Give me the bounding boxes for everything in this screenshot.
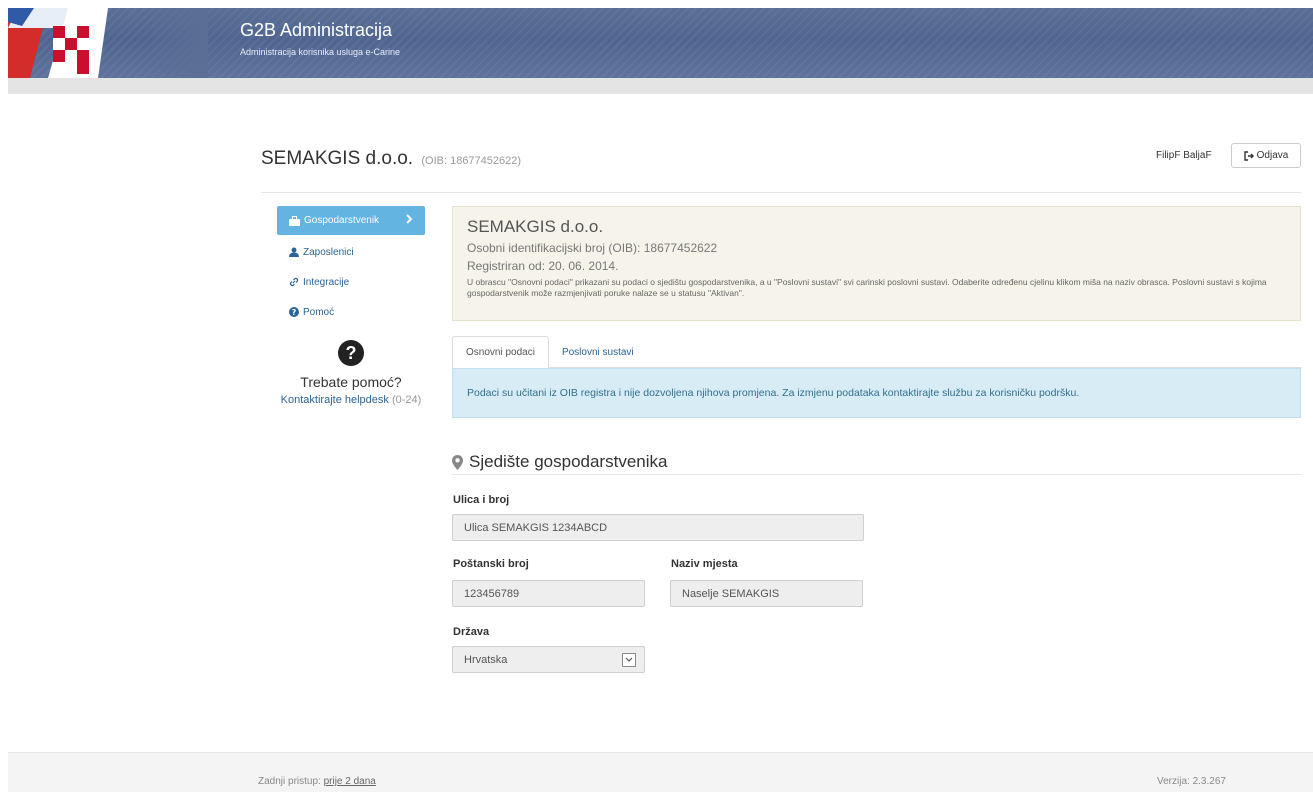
postal-code-input[interactable]: 123456789: [452, 580, 645, 607]
sidebar-item-zaposlenici[interactable]: Zaposlenici: [277, 237, 425, 267]
chevron-down-icon[interactable]: [622, 653, 636, 667]
helpdesk-link[interactable]: Kontaktirajte helpdesk (0-24): [257, 394, 445, 406]
company-oib: (OIB: 18677452622): [421, 155, 522, 167]
section-title-label: Sjedište gospodarstvenika: [469, 452, 668, 471]
logout-icon: [1243, 150, 1254, 161]
country-label: Država: [453, 626, 490, 638]
company-name: SEMAKGIS d.o.o.: [261, 148, 414, 169]
info-company-name: SEMAKGIS d.o.o.: [467, 217, 604, 236]
app-subtitle: Administracija korisnika usluga e-Carine: [240, 47, 401, 57]
heading-divider: [261, 192, 1301, 193]
page-title: SEMAKGIS d.o.o. (OIB: 18677452622): [261, 148, 521, 170]
place-name-input[interactable]: Naselje SEMAKGIS: [670, 580, 863, 607]
company-info-panel: SEMAKGIS d.o.o. Osobni identifikacijski …: [452, 206, 1301, 321]
country-select[interactable]: Hrvatska: [452, 646, 645, 673]
helpdesk-hours: (0-24): [391, 394, 422, 406]
sidebar-item-label: Gospodarstvenik: [304, 215, 380, 226]
country-select-value: Hrvatska: [464, 653, 508, 666]
chevron-right-icon: [406, 214, 413, 227]
info-registered: Registriran od: 20. 06. 2014.: [467, 259, 619, 273]
sidebar-item-label: Pomoć: [303, 306, 335, 318]
svg-text:?: ?: [292, 308, 297, 317]
help-circle-icon: ?: [338, 340, 364, 366]
croatian-flag-logo: [8, 8, 208, 78]
section-title: Sjedište gospodarstvenika: [452, 452, 667, 472]
info-description: U obrascu "Osnovni podaci" prikazani su …: [467, 277, 1267, 298]
sidebar-item-label: Integracije: [303, 276, 350, 288]
sidebar-item-integracije[interactable]: Integracije: [277, 267, 425, 297]
question-icon: ?: [289, 307, 299, 317]
tab-osnovni-podaci[interactable]: Osnovni podaci: [452, 336, 549, 368]
app-title: G2B Administracija: [240, 20, 393, 40]
tab-bar: Osnovni podaci Poslovni sustavi: [452, 336, 1301, 368]
section-divider: [452, 474, 1301, 475]
helpdesk-link-label: Kontaktirajte helpdesk: [280, 394, 389, 406]
link-icon: [289, 277, 299, 287]
header-strip: [8, 78, 1313, 94]
help-block: ? Trebate pomoć? Kontaktirajte helpdesk …: [277, 340, 425, 406]
sidebar-nav: Gospodarstvenik Zaposlenici Integracije …: [277, 206, 425, 327]
version-label: Verzija: 2.3.267: [1157, 776, 1226, 787]
briefcase-icon: [289, 215, 300, 226]
last-access: Zadnji pristup: prije 2 dana: [258, 776, 376, 787]
app-header-banner: G2B Administracija Administracija korisn…: [8, 8, 1313, 78]
footer: Zadnji pristup: prije 2 dana Verzija: 2.…: [8, 752, 1313, 792]
street-input[interactable]: Ulica SEMAKGIS 1234ABCD: [452, 514, 864, 541]
last-access-label: Zadnji pristup:: [258, 776, 321, 787]
sidebar-item-label: Zaposlenici: [303, 246, 354, 258]
sidebar-item-pomoc[interactable]: ? Pomoć: [277, 297, 425, 327]
place-name-label: Naziv mjesta: [671, 558, 738, 570]
user-icon: [289, 247, 299, 257]
help-title: Trebate pomoć?: [300, 374, 402, 390]
user-name: FilipF BaljaF: [1156, 150, 1212, 161]
street-label: Ulica i broj: [453, 494, 510, 506]
logout-label: Odjava: [1256, 150, 1289, 161]
tab-poslovni-sustavi[interactable]: Poslovni sustavi: [549, 336, 647, 368]
map-marker-icon: [452, 454, 463, 470]
info-oib: Osobni identifikacijski broj (OIB): 1867…: [467, 241, 718, 255]
last-access-value[interactable]: prije 2 dana: [324, 776, 376, 787]
postal-code-label: Poštanski broj: [453, 558, 529, 570]
logout-button[interactable]: Odjava: [1231, 143, 1301, 168]
info-alert: Podaci su učitani iz OIB registra i nije…: [452, 368, 1301, 418]
sidebar-item-gospodarstvenik[interactable]: Gospodarstvenik: [277, 206, 425, 235]
